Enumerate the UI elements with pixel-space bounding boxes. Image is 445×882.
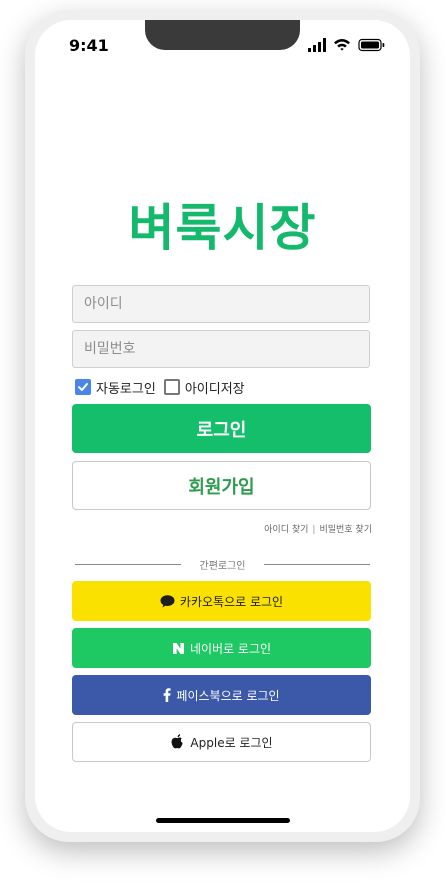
find-id-link[interactable]: 아이디 찾기	[264, 525, 308, 535]
easy-login-label: 간편로그인	[199, 561, 246, 572]
apple-login-label: Apple로 로그인	[190, 735, 273, 750]
login-options: 자동로그인 아이디저장	[75, 376, 253, 398]
status-time: 9:41	[69, 36, 109, 55]
battery-icon	[358, 38, 385, 52]
id-input[interactable]	[72, 285, 370, 323]
device-notch	[145, 20, 300, 50]
kakao-speech-bubble-icon	[160, 594, 175, 608]
kakao-login-label: 카카오톡으로 로그인	[179, 594, 284, 609]
facebook-f-icon	[163, 688, 172, 702]
password-input[interactable]	[72, 330, 370, 368]
cellular-signal-icon	[308, 38, 326, 52]
app-screen: 9:41 벼룩시장 자동로그인 아이디저장 로그인	[35, 20, 410, 832]
find-password-link[interactable]: 비밀번호 찾기	[319, 525, 372, 535]
checkmark-icon	[78, 383, 88, 391]
auto-login-checkbox[interactable]	[75, 379, 91, 395]
save-id-label[interactable]: 아이디저장	[185, 378, 245, 397]
status-icons	[308, 38, 385, 52]
auto-login-label[interactable]: 자동로그인	[96, 378, 156, 397]
apple-login-button[interactable]: Apple로 로그인	[72, 722, 371, 762]
home-indicator	[156, 818, 290, 823]
signup-button[interactable]: 회원가입	[72, 461, 371, 510]
naver-login-button[interactable]: 네이버로 로그인	[72, 628, 371, 668]
facebook-login-button[interactable]: 페이스북으로 로그인	[72, 675, 371, 715]
link-separator: |	[312, 525, 316, 535]
facebook-login-label: 페이스북으로 로그인	[176, 688, 280, 703]
save-id-checkbox[interactable]	[163, 379, 180, 395]
apple-logo-icon	[170, 733, 185, 751]
kakao-login-button[interactable]: 카카오톡으로 로그인	[72, 581, 371, 621]
brand-title: 벼룩시장	[128, 199, 317, 257]
find-account-links: 아이디 찾기 | 비밀번호 찾기	[35, 522, 372, 535]
login-button[interactable]: 로그인	[72, 404, 371, 453]
easy-login-divider: 간편로그인	[75, 557, 370, 572]
naver-login-label: 네이버로 로그인	[189, 641, 272, 656]
wifi-icon	[334, 39, 350, 51]
naver-n-icon	[172, 642, 185, 655]
